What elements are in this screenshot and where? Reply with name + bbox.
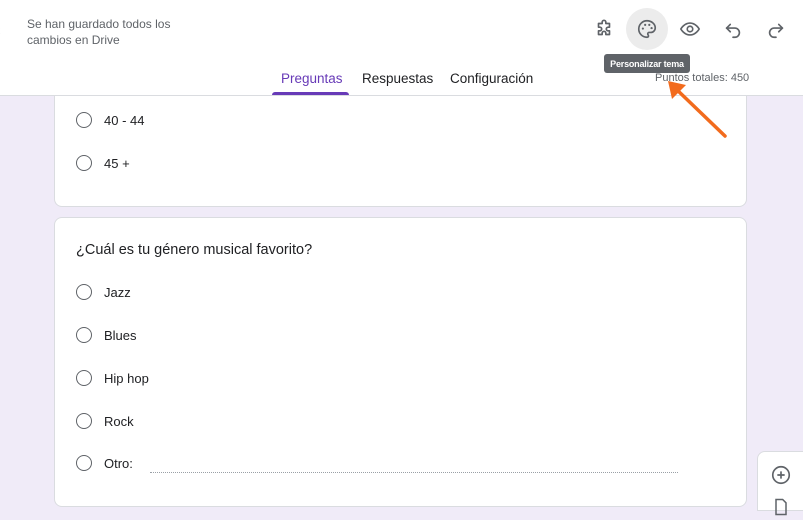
option-45-plus: 45 + — [76, 153, 130, 173]
radio-button[interactable] — [76, 327, 92, 343]
radio-button[interactable] — [76, 284, 92, 300]
puzzle-icon — [597, 19, 611, 36]
selected-tab-indicator — [272, 92, 349, 95]
option-rock: Rock — [76, 411, 134, 431]
add-question-button[interactable] — [768, 462, 794, 488]
import-icon — [775, 498, 787, 516]
tab-questions[interactable]: Preguntas — [281, 64, 343, 95]
eye-icon — [679, 22, 701, 36]
customize-theme-tooltip: Personalizar tema — [604, 54, 690, 73]
palette-icon — [638, 19, 657, 39]
option-label: Hip hop — [104, 370, 149, 386]
option-label: 40 - 44 — [104, 112, 145, 128]
redo-icon — [768, 23, 784, 39]
save-status-text: Se han guardado todos los cambios en Dri… — [27, 17, 171, 47]
preview-button[interactable] — [669, 8, 711, 50]
undo-button[interactable] — [712, 8, 754, 50]
previous-question-card[interactable]: 40 - 44 45 + — [54, 96, 747, 207]
radio-button[interactable] — [76, 413, 92, 429]
option-label: Rock — [104, 413, 134, 429]
option-label: Jazz — [104, 284, 131, 300]
other-text-field[interactable] — [150, 472, 678, 473]
option-hip-hop: Hip hop — [76, 368, 149, 388]
option-label: Blues — [104, 327, 137, 343]
back-chevron-icon[interactable]: ‹ — [0, 22, 6, 38]
form-editor-header: ‹ Se han guardado todos los cambios en D… — [0, 0, 803, 96]
question-title: ¿Cuál es tu género musical favorito? — [76, 242, 313, 258]
customize-theme-button[interactable] — [626, 8, 668, 50]
import-questions-button[interactable] — [768, 494, 794, 520]
option-other: Otro: — [76, 453, 133, 473]
option-blues: Blues — [76, 325, 137, 345]
radio-button[interactable] — [76, 455, 92, 471]
question-card[interactable]: ¿Cuál es tu género musical favorito? Jaz… — [54, 217, 747, 507]
addons-button[interactable] — [583, 8, 625, 50]
total-points: Puntos totales: 450 — [655, 72, 750, 84]
radio-button[interactable] — [76, 370, 92, 386]
redo-button[interactable] — [755, 8, 797, 50]
tab-settings[interactable]: Configuración — [450, 64, 533, 95]
radio-button[interactable] — [76, 112, 92, 128]
option-label: 45 + — [104, 155, 130, 171]
add-circle-icon — [771, 465, 791, 485]
option-label: Otro: — [104, 455, 133, 471]
radio-button[interactable] — [76, 155, 92, 171]
floating-side-toolbar — [757, 451, 803, 516]
undo-icon — [725, 23, 741, 39]
option-jazz: Jazz — [76, 282, 131, 302]
tab-responses[interactable]: Respuestas — [362, 64, 433, 95]
option-40-44: 40 - 44 — [76, 110, 144, 130]
